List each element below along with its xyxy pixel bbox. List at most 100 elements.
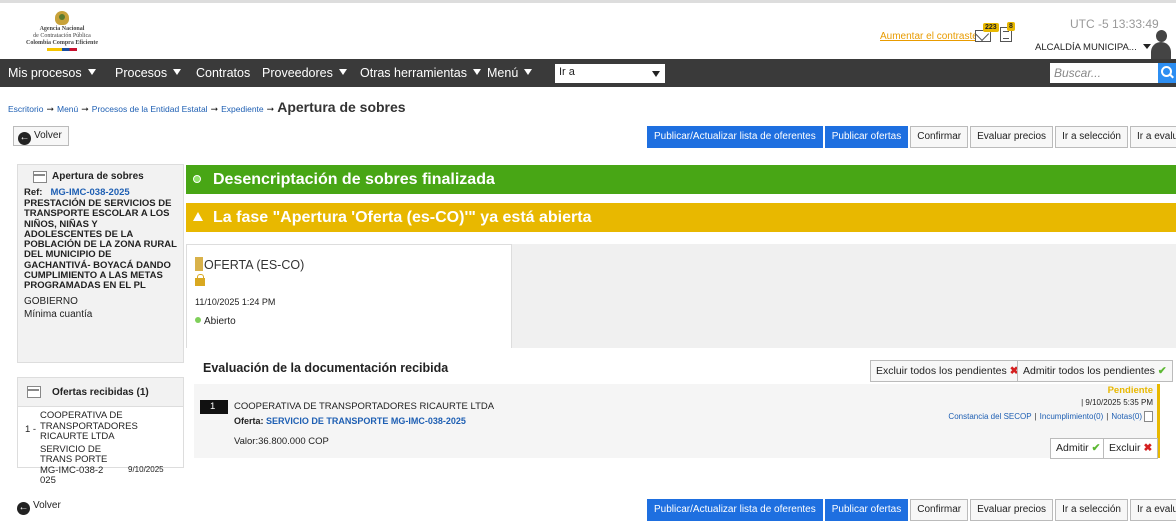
nav-otras-herramientas[interactable]: Otras herramientas bbox=[360, 66, 481, 80]
evaluation-section: Evaluación de la documentación recibida … bbox=[186, 348, 1176, 462]
admit-all-pending-button[interactable]: Admitir todos los pendientes ✔ bbox=[1017, 360, 1173, 382]
flag-stripe bbox=[47, 48, 77, 51]
avatar-head bbox=[1156, 30, 1167, 42]
ref-link[interactable]: MG-IMC-038-2025 bbox=[50, 187, 129, 198]
search-icon[interactable] bbox=[1158, 63, 1176, 83]
publish-offers-button[interactable]: Publicar ofertas bbox=[824, 126, 909, 148]
check-icon bbox=[193, 175, 201, 183]
go-to-evaluate-button[interactable]: Ir a evaluar bbox=[1129, 499, 1176, 521]
go-to-selection-button[interactable]: Ir a selección bbox=[1055, 499, 1128, 521]
coat-of-arms-icon bbox=[55, 11, 69, 25]
caret-down-icon bbox=[338, 69, 347, 75]
warning-message: La fase "Apertura 'Oferta (es-CO)'" ya e… bbox=[213, 209, 592, 226]
check-icon: ✔ bbox=[1157, 365, 1167, 377]
back-button-bottom[interactable]: ← Volver bbox=[13, 497, 67, 517]
clock: UTC -5 13:33:49 bbox=[1070, 17, 1159, 31]
breadcrumb-procesos[interactable]: Procesos de la Entidad Estatal bbox=[92, 104, 208, 114]
nav-proveedores[interactable]: Proveedores bbox=[262, 66, 347, 80]
arrow-right-icon: ➞ bbox=[46, 104, 54, 114]
evaluate-prices-button[interactable]: Evaluar precios bbox=[970, 499, 1054, 521]
offer-company: COOPERATIVA DE TRANSPORTADORES RICAURTE … bbox=[40, 410, 138, 442]
page-title: Apertura de sobres bbox=[277, 99, 406, 115]
go-to-evaluate-button[interactable]: Ir a evaluar bbox=[1129, 126, 1176, 148]
top-header: Agencia Nacional de Contratación Pública… bbox=[0, 0, 1176, 59]
user-avatar[interactable] bbox=[1150, 27, 1172, 59]
logo-line3: Colombia Compra Eficiente bbox=[26, 40, 98, 46]
offer-line: Oferta: SERVICIO DE TRANSPORTE MG-IMC-03… bbox=[234, 416, 466, 426]
confirm-button[interactable]: Confirmar bbox=[910, 499, 969, 521]
breadcrumb-menu[interactable]: Menú bbox=[57, 104, 78, 114]
success-banner: Desencriptación de sobres finalizada bbox=[186, 165, 1176, 194]
exclude-all-label: Excluir todos los pendientes bbox=[876, 365, 1007, 377]
mail-count-badge: 223 bbox=[983, 23, 999, 32]
offer-service: SERVICIO DE TRANS PORTE MG-IMC-038-2 025 bbox=[40, 443, 108, 486]
go-to-selection-button[interactable]: Ir a selección bbox=[1055, 126, 1128, 148]
nav-label: Procesos bbox=[115, 66, 168, 80]
offer-received-date: | 9/10/2025 5:35 PM bbox=[1081, 398, 1153, 407]
status-dot-icon bbox=[195, 317, 201, 323]
arrow-right-icon: ➞ bbox=[210, 104, 219, 114]
evaluate-prices-button[interactable]: Evaluar precios bbox=[970, 126, 1054, 148]
search-input[interactable]: Buscar... bbox=[1050, 63, 1158, 83]
back-label: Volver bbox=[33, 500, 61, 511]
exclude-label: Excluir bbox=[1109, 442, 1141, 454]
offer-date: 9/10/2025 bbox=[128, 465, 164, 474]
admit-label: Admitir bbox=[1056, 442, 1089, 454]
caret-down-icon bbox=[173, 69, 182, 75]
utc-label: UTC -5 bbox=[1070, 17, 1109, 31]
evaluation-heading: Evaluación de la documentación recibida bbox=[203, 361, 449, 375]
offer-list-item[interactable]: 1 - COOPERATIVA DE TRANSPORTADORES RICAU… bbox=[18, 407, 183, 491]
nav-mis-procesos[interactable]: Mis procesos bbox=[8, 66, 96, 80]
admit-all-label: Admitir todos los pendientes bbox=[1023, 365, 1155, 377]
panel-title-text: Apertura de sobres bbox=[52, 171, 144, 182]
nav-label: Proveedores bbox=[262, 66, 333, 80]
close-icon: ✖ bbox=[1143, 442, 1153, 454]
bidder-company: COOPERATIVA DE TRANSPORTADORES RICAURTE … bbox=[234, 401, 495, 412]
breadcrumb-escritorio[interactable]: Escritorio bbox=[8, 104, 43, 114]
separator: | bbox=[1034, 412, 1037, 421]
logo-line1: Agencia Nacional bbox=[39, 26, 85, 32]
calendar-icon bbox=[27, 386, 41, 398]
goto-select-value: Ir a bbox=[559, 66, 575, 78]
breadcrumb: Escritorio ➞ Menú ➞ Procesos de la Entidad E… bbox=[8, 99, 406, 115]
confirm-button[interactable]: Confirmar bbox=[910, 126, 969, 148]
increase-contrast-link[interactable]: Aumentar el contraste bbox=[880, 31, 978, 42]
warning-icon bbox=[193, 212, 203, 221]
organization-name: ALCALDÍA MUNICIPA... bbox=[1035, 42, 1137, 53]
nav-procesos[interactable]: Procesos bbox=[115, 66, 182, 80]
offer-number: 1 - bbox=[25, 424, 37, 435]
agency-logo[interactable]: Agencia Nacional de Contratación Pública… bbox=[6, 11, 118, 55]
panel-title: Apertura de sobres bbox=[24, 171, 177, 185]
breadcrumb-expediente[interactable]: Expediente bbox=[221, 104, 264, 114]
back-button[interactable]: ← Volver bbox=[13, 126, 69, 146]
nav-label: Mis procesos bbox=[8, 66, 82, 80]
nav-contratos[interactable]: Contratos bbox=[196, 66, 250, 80]
check-icon: ✔ bbox=[1091, 442, 1101, 454]
secop-certificate-link[interactable]: Constancia del SECOP bbox=[948, 412, 1031, 421]
publish-offers-button[interactable]: Publicar ofertas bbox=[824, 499, 909, 521]
organization-selector[interactable]: ALCALDÍA MUNICIPA... bbox=[1035, 42, 1151, 53]
nav-label: Menú bbox=[487, 66, 519, 80]
status-badge: Pendiente bbox=[1107, 385, 1153, 396]
exclude-button[interactable]: Excluir ✖ bbox=[1103, 438, 1159, 459]
goto-select[interactable]: Ir a bbox=[555, 64, 665, 83]
admit-button[interactable]: Admitir ✔ bbox=[1050, 438, 1107, 459]
phase-tab-oferta[interactable]: OFERTA (ES-CO) 11/10/2025 1:24 PM Abiert… bbox=[186, 244, 512, 348]
publish-bidders-button[interactable]: Publicar/Actualizar lista de oferentes bbox=[647, 126, 823, 148]
notes-icon[interactable] bbox=[1144, 411, 1153, 422]
nav-label: Contratos bbox=[196, 66, 251, 80]
offers-panel-header: Ofertas recibidas (1) bbox=[18, 378, 183, 407]
process-reference: Ref: MG-IMC-038-2025 bbox=[24, 187, 177, 198]
breach-link[interactable]: Incumplimiento(0) bbox=[1040, 412, 1104, 421]
phase-status-text: Abierto bbox=[204, 316, 236, 327]
notes-link[interactable]: Notas(0) bbox=[1111, 412, 1142, 421]
offers-title: Ofertas recibidas (1) bbox=[52, 387, 149, 398]
exclude-all-pending-button[interactable]: Excluir todos los pendientes ✖ bbox=[870, 360, 1025, 382]
ref-label: Ref: bbox=[24, 187, 43, 198]
offer-link[interactable]: SERVICIO DE TRANSPORTE MG-IMC-038-2025 bbox=[266, 416, 466, 426]
nav-menu[interactable]: Menú bbox=[487, 66, 533, 80]
publish-bidders-button[interactable]: Publicar/Actualizar lista de oferentes bbox=[647, 499, 823, 521]
calendar-icon bbox=[33, 171, 47, 183]
caret-down-icon bbox=[472, 69, 481, 75]
logo-line2: de Contratación Pública bbox=[33, 33, 91, 39]
